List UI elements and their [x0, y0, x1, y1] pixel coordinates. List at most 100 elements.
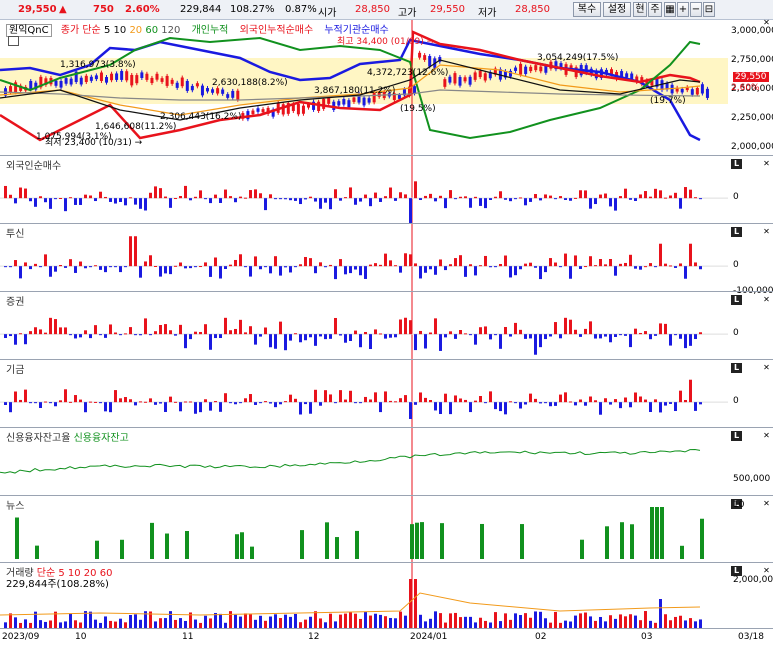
flow-bar: [569, 198, 572, 201]
flow-bar: [269, 402, 272, 404]
close-panel-icon[interactable]: ✕: [761, 363, 772, 373]
news-bar: [580, 539, 584, 559]
flow-bar: [459, 255, 462, 267]
flow-bar: [144, 198, 147, 211]
close-panel-icon[interactable]: ✕: [761, 295, 772, 305]
log-toggle-icon[interactable]: L: [731, 159, 742, 169]
flow-bar: [4, 185, 7, 199]
flow-bar: [534, 334, 537, 355]
minus-icon[interactable]: −: [690, 2, 702, 17]
close-panel-icon[interactable]: ✕: [761, 499, 772, 509]
flow-bar: [174, 334, 177, 336]
flow-bar: [209, 402, 212, 411]
flow-bar: [454, 258, 457, 267]
flow-bar: [684, 399, 687, 403]
collapse-checkbox-icon[interactable]: [8, 36, 19, 46]
flow-bar: [629, 402, 632, 408]
flow-bar: [249, 326, 252, 335]
grid-icon[interactable]: ▦: [664, 2, 676, 17]
x-tick: 02: [535, 632, 547, 642]
y-tick: 0: [733, 260, 739, 271]
flow-bar: [604, 264, 607, 267]
settings-button[interactable]: 설정: [603, 2, 631, 17]
flow-bar: [599, 194, 602, 199]
flow-bar: [484, 402, 487, 404]
candle-body: [453, 73, 457, 84]
plus-icon[interactable]: +: [677, 2, 689, 17]
volume-bar: [134, 614, 137, 628]
flow-bar: [44, 401, 47, 403]
flow-bar: [324, 198, 327, 203]
flow-bar: [19, 399, 22, 403]
volume-bar: [309, 616, 312, 628]
volume-bar: [629, 614, 632, 628]
volume-bar: [174, 619, 177, 628]
flow-bar: [309, 196, 312, 199]
flow-bar: [549, 195, 552, 199]
flow-bar: [4, 266, 7, 268]
news-bar: [660, 507, 664, 559]
close-panel-icon[interactable]: ✕: [761, 227, 772, 237]
flow-bar: [229, 402, 232, 404]
close-panel-icon[interactable]: ✕: [761, 159, 772, 169]
week-button[interactable]: 주: [648, 2, 662, 17]
flow-bar: [379, 402, 382, 413]
candle-body: [529, 66, 533, 72]
flow-bar: [79, 334, 82, 338]
flow-bar: [24, 188, 27, 199]
flow-bar: [404, 317, 407, 335]
candle-body: [468, 76, 472, 85]
close-panel-icon[interactable]: ✕: [761, 431, 772, 441]
legend-ma: 종가 단순: [60, 25, 101, 36]
flow-bar: [509, 334, 512, 337]
restore-button[interactable]: 복수: [573, 2, 601, 17]
flow-bar: [569, 266, 572, 279]
volume-bar: [449, 613, 452, 628]
volume-bar: [669, 620, 672, 628]
layout-icon[interactable]: ⊟: [703, 2, 715, 17]
flow-bar: [464, 266, 467, 277]
candle-body: [160, 78, 164, 82]
log-toggle-icon[interactable]: L: [731, 295, 742, 305]
flow-bar: [104, 402, 107, 412]
flow-bar: [544, 334, 547, 340]
news-bar: [300, 530, 304, 559]
y-tick: 500,000: [733, 474, 771, 484]
flow-bar: [354, 266, 357, 270]
flow-bar: [659, 402, 662, 413]
flow-bar: [494, 402, 497, 410]
flow-bar: [199, 402, 202, 413]
candle-body: [89, 76, 93, 81]
current-button[interactable]: 현: [633, 2, 647, 17]
flow-bar: [404, 395, 407, 403]
flow-bar: [109, 266, 112, 268]
candle-body: [190, 85, 194, 91]
flow-bar: [369, 264, 372, 267]
candle-body: [705, 88, 709, 98]
volume-bar: [684, 620, 687, 628]
candle-body: [261, 109, 265, 113]
flow-bar: [169, 396, 172, 403]
price-tag: 29,550: [733, 72, 769, 82]
flow-bar: [634, 266, 637, 269]
flow-bar: [274, 402, 277, 408]
log-toggle-icon[interactable]: L: [731, 227, 742, 237]
flow-bar: [129, 236, 132, 267]
flow-bar: [634, 392, 637, 403]
legend-foreign: 외국인누적순매수: [239, 25, 314, 36]
flow-bar: [614, 266, 617, 276]
candle-body: [514, 67, 518, 71]
candle-body: [519, 63, 523, 75]
flow-bar: [439, 259, 442, 267]
close-panel-icon[interactable]: ✕: [761, 18, 772, 28]
flow-bar: [654, 334, 657, 336]
flow-bar: [134, 198, 137, 205]
flow-bar: [14, 260, 17, 267]
flow-bar: [384, 253, 387, 267]
flow-bar: [164, 324, 167, 335]
flow-bar: [539, 198, 542, 201]
panel-title-text: 투신: [6, 229, 25, 240]
log-toggle-icon[interactable]: L: [731, 431, 742, 441]
legend-ma5: 5: [103, 25, 111, 36]
log-toggle-icon[interactable]: L: [731, 363, 742, 373]
